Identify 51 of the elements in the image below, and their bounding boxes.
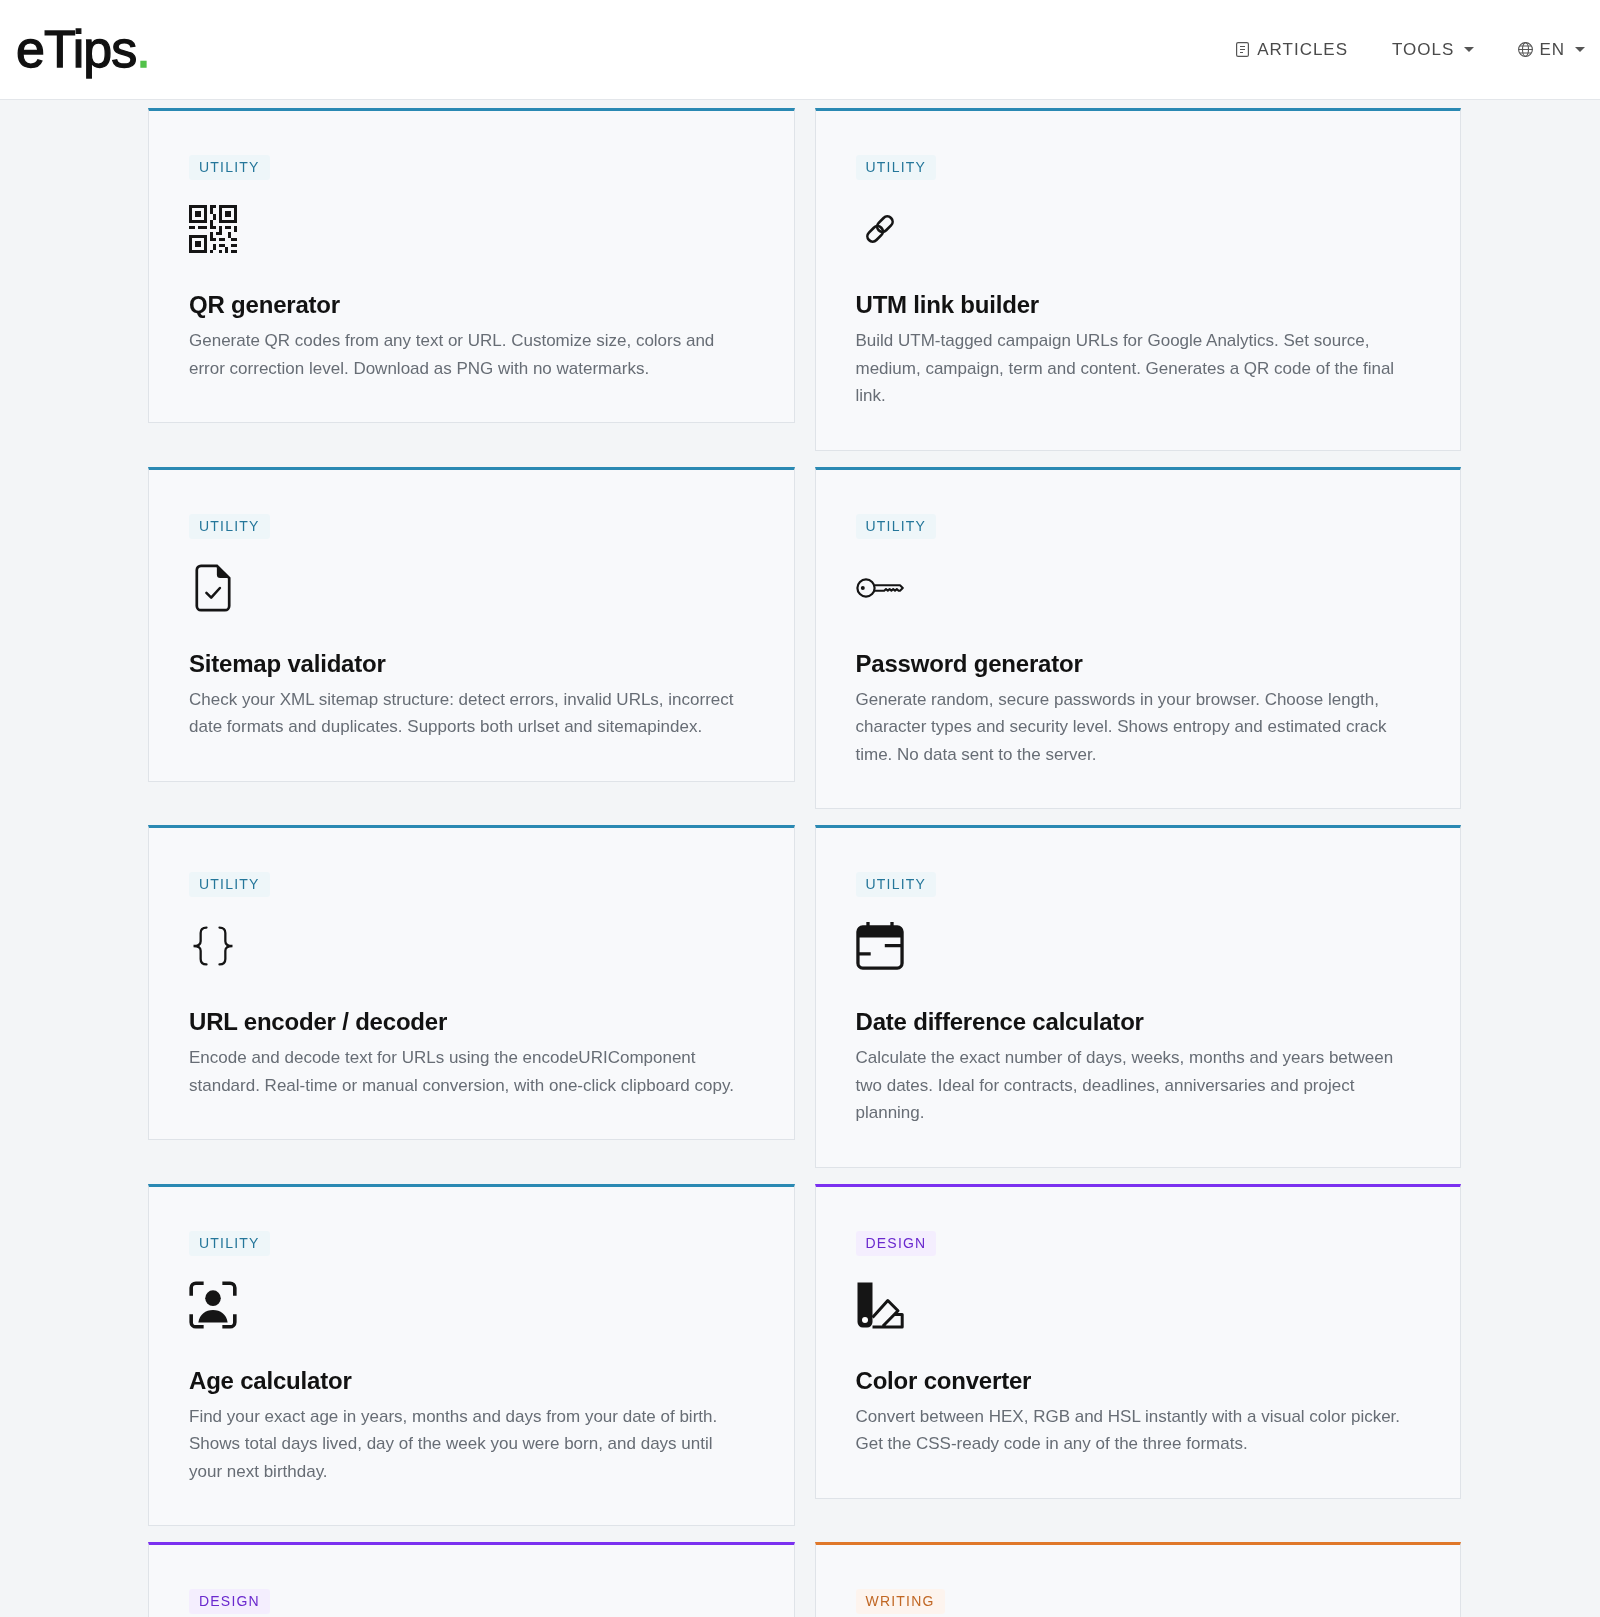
category-tag: UTILITY (189, 513, 270, 539)
tool-card[interactable]: UTILITY Password generator Generate random, secure passwords in your browser. Choose length, character types and security level. Shows entropy and estimated crack time. No data sent to the server. (814, 466, 1461, 809)
category-tag: UTILITY (189, 155, 270, 180)
document-check-icon (195, 563, 231, 612)
category-tag: UTILITY (855, 513, 937, 539)
tool-title: Age calculator (189, 1365, 353, 1396)
key-icon (855, 577, 904, 598)
tool-card[interactable]: UTILITY Sitemap validator Check your XML sitemap structure: detect errors, invalid URLs, incorrect date formats and duplicates. Supports both urlset and sitemapindex. (148, 466, 795, 782)
tool-title: UTM link builder (855, 290, 1040, 320)
tool-card[interactable]: UTILITY Date difference calculator Calculate the exact number of days, weeks, months and years between two dates. Ideal for contracts, deadlines, anniversaries and project planning. (814, 825, 1461, 1168)
tool-description: Check your XML sitemap structure: detect errors, invalid URLs, incorrect date formats and duplicates. Supports both urlset and sitemapindex. (189, 688, 735, 738)
nav-dropdown[interactable]: TOOLS (1392, 39, 1475, 60)
document-icon (1236, 42, 1250, 57)
tool-card[interactable]: UTILITY UTM link builder Build UTM-tagged campaign URLs for Google Analytics. Set source, medium, campaign, term and content. Generates a QR code of the final link. (814, 108, 1461, 451)
calendar-icon (855, 922, 904, 970)
category-tag: UTILITY (855, 155, 937, 180)
category-tag: DESIGN (189, 1589, 270, 1614)
tool-description: Generate QR codes from any text or URL. Customize size, colors and error correction level. Download as PNG with no watermarks. (189, 330, 716, 380)
tool-description: Find your exact age in years, months and days from your date of birth. Shows total days lived, day of the week you were born, and days until your next birthday. (189, 1405, 719, 1483)
tool-title: Sitemap validator (189, 648, 387, 679)
tool-title: URL encoder / decoder (189, 1007, 449, 1037)
person-frame-icon (189, 1280, 237, 1329)
globe-icon (1518, 42, 1534, 57)
tool-title: QR generator (189, 290, 341, 320)
category-tag: UTILITY (189, 872, 270, 897)
tool-description: Calculate the exact number of days, weeks, months and years between two dates. Ideal for contracts, deadlines, anniversaries and project planning. (855, 1047, 1395, 1124)
tool-card[interactable]: UTILITY Age calculator Find your exact age in years, months and days from your date of birth. Shows total days lived, day of the week you were born, and days until your next birthday. (148, 1183, 795, 1526)
nav-link[interactable]: ARTICLES (1236, 39, 1349, 60)
tool-card[interactable]: DESIGN (148, 1542, 795, 1617)
qr-code-icon (189, 205, 237, 253)
caret-icon (1464, 47, 1475, 52)
category-tag: WRITING (855, 1589, 945, 1614)
category-tag: DESIGN (855, 1230, 937, 1256)
tool-card[interactable]: UTILITY QR generator Generate QR codes from any text or URL. Customize size, colors and error correction level. Download as PNG with no watermarks. (148, 108, 795, 423)
color-swatch-icon (855, 1280, 904, 1329)
tool-card[interactable]: WRITING (814, 1542, 1461, 1617)
language-selector[interactable]: EN (1518, 39, 1585, 60)
tool-description: Generate random, secure passwords in your browser. Choose length, character types and security level. Shows entropy and estimated crack time. No data sent to the server. (855, 688, 1388, 766)
curly-braces-icon (192, 926, 234, 966)
caret-icon (1575, 47, 1585, 52)
tool-description: Encode and decode text for URLs using the encodeURIComponent standard. Real-time or manual conversion, with one-click clipboard copy. (189, 1047, 735, 1097)
tool-description: Build UTM-tagged campaign URLs for Google Analytics. Set source, medium, campaign, term and content. Generates a QR code of the final link. (855, 330, 1396, 407)
tool-title: Password generator (855, 648, 1084, 679)
tool-title: Color converter (855, 1365, 1033, 1396)
site-logo[interactable]: eTips. (16, 22, 150, 77)
tool-card[interactable]: DESIGN Color converter Convert between HEX, RGB and HSL instantly with a visual color picker. Get the CSS-ready code in any of the three formats. (814, 1183, 1461, 1499)
tool-description: Convert between HEX, RGB and HSL instantly with a visual color picker. Get the CSS-ready code in any of the three formats. (855, 1405, 1402, 1455)
category-tag: UTILITY (189, 1230, 270, 1256)
tool-card[interactable]: UTILITY URL encoder / decoder Encode and decode text for URLs using the encodeURIComponent standard. Real-time or manual conversion, with one-click clipboard copy. (148, 825, 795, 1140)
tool-title: Date difference calculator (855, 1007, 1145, 1037)
category-tag: UTILITY (855, 872, 937, 897)
